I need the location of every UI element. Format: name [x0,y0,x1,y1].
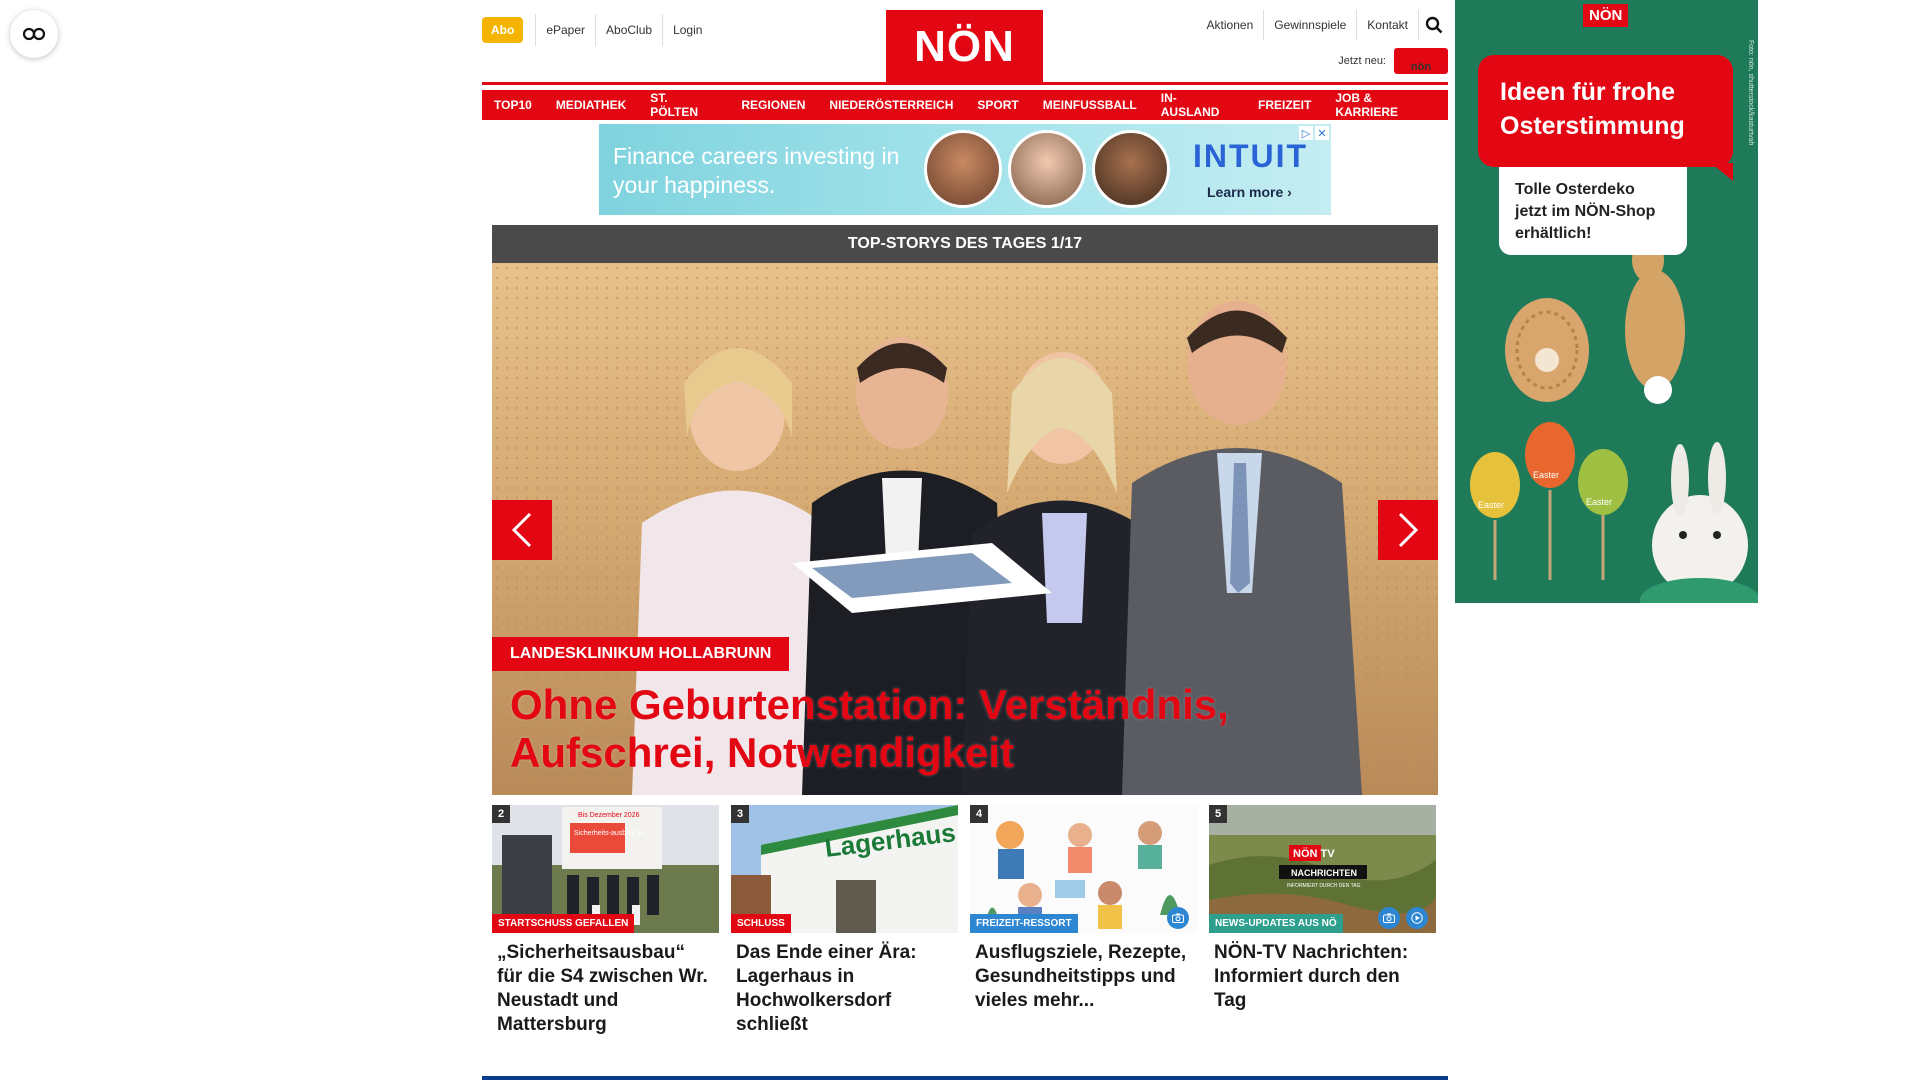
teaser-title[interactable]: Ausflugsziele, Rezepte, Gesundheitstipps… [970,933,1197,1013]
nav-item-mediathek[interactable]: MEDIATHEK [543,90,639,120]
teaser-card[interactable]: 4 FREIZEIT-RESSORT Ausflugsziele, Rezept… [970,805,1197,1037]
aktionen-link[interactable]: Aktionen [1197,10,1264,40]
kontakt-link[interactable]: Kontakt [1356,10,1418,40]
utility-links: Aktionen Gewinnspiele Kontakt [1197,10,1448,40]
teaser-image-sign: Sicherheits-ausbau S4 [574,830,645,837]
teaser-row: Bis Dezember 2026 Sicherheits-ausbau S4 … [492,805,1438,1037]
chevron-left-icon [511,512,532,548]
ad-controls: ▷ ✕ [1299,126,1329,140]
nav-item-freizeit[interactable]: FREIZEIT [1245,90,1324,120]
top-stories-header: TOP-STORYS DES TAGES 1/17 [492,225,1438,263]
header-divider [482,82,1448,85]
camera-icon [1378,907,1400,929]
teaser-category[interactable]: SCHLUSS [731,914,791,933]
epaper-link[interactable]: ePaper [535,14,595,46]
jetzt-neu-label: Jetzt neu: [1338,55,1386,67]
side-ad[interactable]: Easter Easter Easter NÖN Ideen für frohe… [1455,0,1758,603]
teaser-image-tagline: INFORMIERT DURCH DEN TAG [1287,883,1361,889]
teaser-image-logo: NÖN TV [1293,847,1335,860]
search-icon [1425,16,1442,34]
ad-learn-more[interactable]: Learn more › [1207,184,1292,200]
site-header: Abo ePaper AboClub Login NÖN Aktionen Ge… [482,0,1448,84]
top-links: Abo ePaper AboClub Login [482,14,712,46]
chevron-right-icon [1398,512,1419,548]
teaser-title[interactable]: Das Ende einer Ära: Lagerhaus in Hochwol… [731,933,958,1037]
hero-headline[interactable]: Ohne Geburtenstation: Verständnis, Aufsc… [510,681,1410,777]
ad-brand-logo: INTUIT [1193,138,1309,174]
camera-icon [1167,907,1189,929]
egg-label: Easter [1533,470,1559,480]
main-nav: TOP10 MEDIATHEK ST. PÖLTEN REGIONEN NIED… [482,90,1449,120]
side-ad-logo: NÖN [1583,4,1629,27]
teaser-card[interactable]: Lagerhaus 3 SCHLUSS Das Ende einer Ära: … [731,805,958,1037]
teaser-card[interactable]: Bis Dezember 2026 Sicherheits-ausbau S4 … [492,805,719,1037]
feiern-badge-text: nön [1410,61,1432,73]
nav-item-sport[interactable]: SPORT [965,90,1031,120]
noen-logo[interactable]: NÖN [886,10,1043,83]
teaser-number: 2 [492,805,510,823]
side-ad-credit: Foto: nön, shutterstock/kasturtvah [1747,40,1754,146]
ad-people-image [924,130,1170,208]
teaser-image: NÖN TV NACHRICHTEN INFORMIERT DURCH DEN … [1209,805,1436,933]
ad-person [924,130,1002,208]
play-icon [1406,907,1428,929]
nav-item-niederoesterreich[interactable]: NIEDERÖSTERREICH [817,90,966,120]
teaser-category[interactable]: NEWS-UPDATES AUS NÖ [1209,914,1343,933]
nav-item-regionen[interactable]: REGIONEN [729,90,818,120]
teaser-image-banner: NACHRICHTEN [1291,868,1357,878]
side-ad-subline: Tolle Osterdeko jetzt im NÖN-Shop erhält… [1499,167,1687,255]
hero-kicker[interactable]: LANDESKLINIKUM HOLLABRUNN [492,637,790,671]
hero-slide[interactable]: LANDESKLINIKUM HOLLABRUNN Ohne Geburtens… [492,263,1438,795]
teaser-media-icons [1378,907,1428,929]
teaser-number: 5 [1209,805,1227,823]
nav-item-st-poelten[interactable]: ST. PÖLTEN [638,90,730,120]
feiern-badge[interactable]: nön [1394,48,1448,74]
jetzt-neu: Jetzt neu: nön [1338,48,1448,74]
teaser-title[interactable]: NÖN-TV Nachrichten: Informiert durch den… [1209,933,1436,1013]
teaser-image: 4 FREIZEIT-RESSORT [970,805,1197,933]
footer-bar [482,1076,1448,1080]
search-button[interactable] [1418,10,1448,40]
teaser-card[interactable]: NÖN TV NACHRICHTEN INFORMIERT DURCH DEN … [1209,805,1436,1037]
teaser-number: 4 [970,805,988,823]
ad-headline: Finance careers investing in your happin… [613,143,900,198]
carousel-prev-button[interactable] [492,500,552,560]
aboclub-link[interactable]: AboClub [595,14,662,46]
ad-banner[interactable]: Finance careers investing in your happin… [599,124,1331,215]
gewinnspiele-link[interactable]: Gewinnspiele [1263,10,1356,40]
teaser-title[interactable]: „Sicherheitsausbau“ für die S4 zwischen … [492,933,719,1037]
teaser-category[interactable]: STARTSCHUSS GEFALLEN [492,914,635,933]
nav-item-in-ausland[interactable]: IN-AUSLAND [1148,90,1246,120]
teaser-number: 3 [731,805,749,823]
adchoices-icon[interactable]: ▷ [1299,126,1313,140]
nav-item-meinfussball[interactable]: MEINFUSSBALL [1030,90,1149,120]
ad-close-button[interactable]: ✕ [1315,126,1329,140]
abo-button[interactable]: Abo [482,17,524,43]
ad-person [1008,130,1086,208]
teaser-image: Lagerhaus 3 SCHLUSS [731,805,958,933]
nav-item-top10[interactable]: TOP10 [482,90,544,120]
accessibility-button[interactable] [10,10,58,58]
glasses-icon [22,27,46,41]
side-ad-headline: Ideen für frohe Osterstimmung [1478,55,1733,181]
teaser-media-icons [1167,907,1189,929]
egg-label: Easter [1478,500,1504,510]
ad-person [1092,130,1170,208]
login-link[interactable]: Login [662,14,712,46]
page: Abo ePaper AboClub Login NÖN Aktionen Ge… [0,0,1920,1080]
egg-label: Easter [1586,497,1612,507]
carousel-next-button[interactable] [1378,500,1438,560]
teaser-image-date: Bis Dezember 2026 [578,812,640,819]
teaser-image: Bis Dezember 2026 Sicherheits-ausbau S4 … [492,805,719,933]
teaser-category[interactable]: FREIZEIT-RESSORT [970,914,1078,933]
nav-item-job-karriere[interactable]: JOB & KARRIERE [1323,90,1449,120]
